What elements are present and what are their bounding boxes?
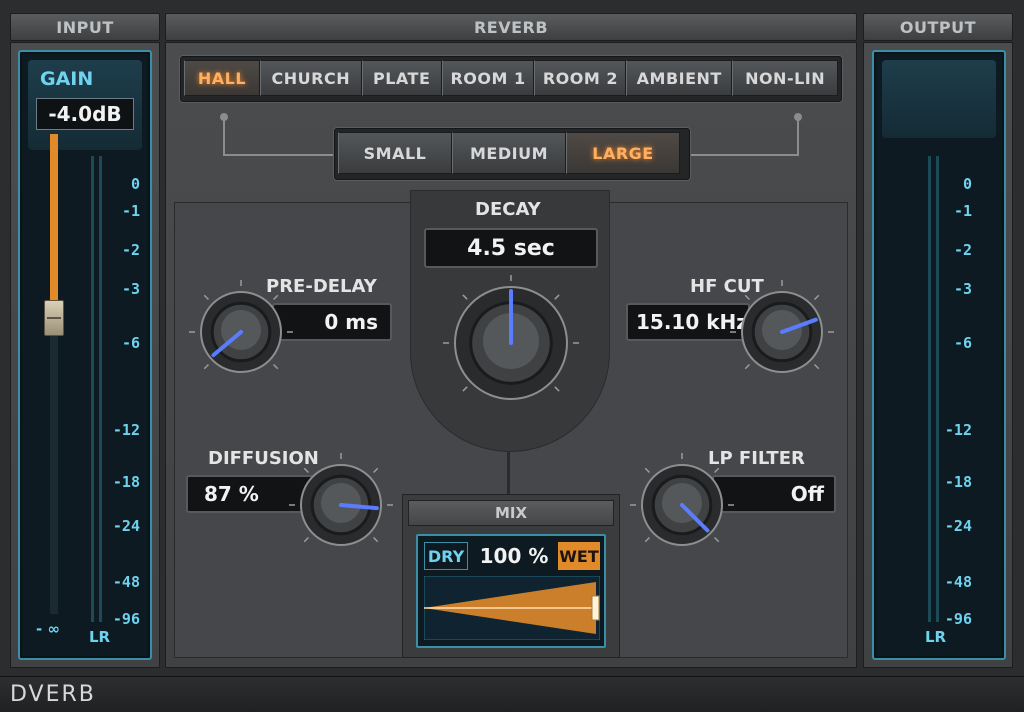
mix-dry-label[interactable]: DRY [424, 542, 468, 570]
pre-delay-value-display[interactable]: 0 ms [272, 303, 392, 341]
type-nonlin-button[interactable]: NON-LIN [732, 60, 839, 96]
type-ambient-button[interactable]: AMBIENT [626, 60, 733, 96]
output-meter-right [936, 156, 939, 622]
footer-bar [0, 676, 1024, 712]
hf-cut-value-display[interactable]: 15.10 kHz [626, 303, 750, 341]
mix-slider-handle [591, 595, 600, 621]
mix-header: MIX [408, 500, 614, 526]
mix-value[interactable]: 100 % [472, 542, 556, 570]
meter-scale-label: -48 [112, 573, 140, 591]
meter-scale-label: -2 [953, 241, 972, 259]
input-meter-box [18, 50, 152, 660]
meter-scale-label: -24 [944, 517, 972, 535]
meter-scale-label: -6 [953, 334, 972, 352]
input-lr-label: LR [89, 628, 111, 646]
type-church-button[interactable]: CHURCH [259, 60, 362, 96]
brand-logo: DVERB [10, 682, 96, 707]
meter-scale-label: 0 [962, 175, 972, 193]
decay-label: DECAY [475, 199, 541, 220]
reverb-header: REVERB [165, 13, 857, 41]
meter-scale-label: -2 [121, 241, 140, 259]
diffusion-label: DIFFUSION [208, 448, 319, 469]
type-plate-button[interactable]: PLATE [361, 60, 442, 96]
mix-wet-label[interactable]: WET [558, 542, 600, 570]
size-small-button[interactable]: SMALL [338, 132, 452, 174]
type-room1-button[interactable]: ROOM 1 [441, 60, 535, 96]
pre-delay-label: PRE-DELAY [266, 276, 377, 297]
meter-scale-label: -3 [953, 280, 972, 298]
type-room2-button[interactable]: ROOM 2 [534, 60, 627, 96]
meter-scale-label: -6 [121, 334, 140, 352]
gain-fader-handle[interactable] [44, 300, 64, 336]
output-lr-label: LR [925, 628, 947, 646]
room-size-selector: SMALL MEDIUM LARGE [334, 128, 690, 180]
hf-cut-label: HF CUT [690, 276, 764, 297]
meter-scale-label: -1 [953, 202, 972, 220]
decay-value-display[interactable]: 4.5 sec [424, 228, 598, 268]
size-medium-button[interactable]: MEDIUM [452, 132, 566, 174]
meter-scale-label: -18 [944, 473, 972, 491]
meter-scale-label: 0 [130, 175, 140, 193]
meter-scale-label: -24 [112, 517, 140, 535]
size-large-button[interactable]: LARGE [566, 132, 680, 174]
meter-scale-label: -18 [112, 473, 140, 491]
output-header: OUTPUT [863, 13, 1013, 41]
output-meter-left [928, 156, 931, 622]
mix-connector [507, 452, 510, 494]
meter-scale-label: -96 [112, 610, 140, 628]
meter-scale-label: -1 [121, 202, 140, 220]
reverb-type-selector: HALL CHURCH PLATE ROOM 1 ROOM 2 AMBIENT … [180, 56, 842, 102]
meter-scale-label: -12 [112, 421, 140, 439]
gain-value-display[interactable]: -4.0dB [36, 98, 134, 130]
fader-min-label: - ∞ [36, 620, 60, 638]
meter-scale-label: -12 [944, 421, 972, 439]
input-meter-left [91, 156, 94, 622]
gain-label: GAIN [40, 68, 94, 90]
meter-scale-label: -48 [944, 573, 972, 591]
meter-scale-label: -96 [944, 610, 972, 628]
lp-filter-label: LP FILTER [708, 448, 805, 469]
mix-slider[interactable] [424, 576, 600, 640]
input-header: INPUT [10, 13, 160, 41]
diffusion-value-display[interactable]: 87 % [186, 475, 314, 513]
lp-filter-value-display[interactable]: Off [712, 475, 836, 513]
meter-scale-label: -3 [121, 280, 140, 298]
type-hall-button[interactable]: HALL [184, 60, 260, 96]
input-meter-right [99, 156, 102, 622]
output-meter-box [872, 50, 1006, 660]
output-gloss [882, 60, 996, 138]
gain-fader-track[interactable] [50, 134, 58, 614]
gain-fader-fill [50, 134, 58, 304]
